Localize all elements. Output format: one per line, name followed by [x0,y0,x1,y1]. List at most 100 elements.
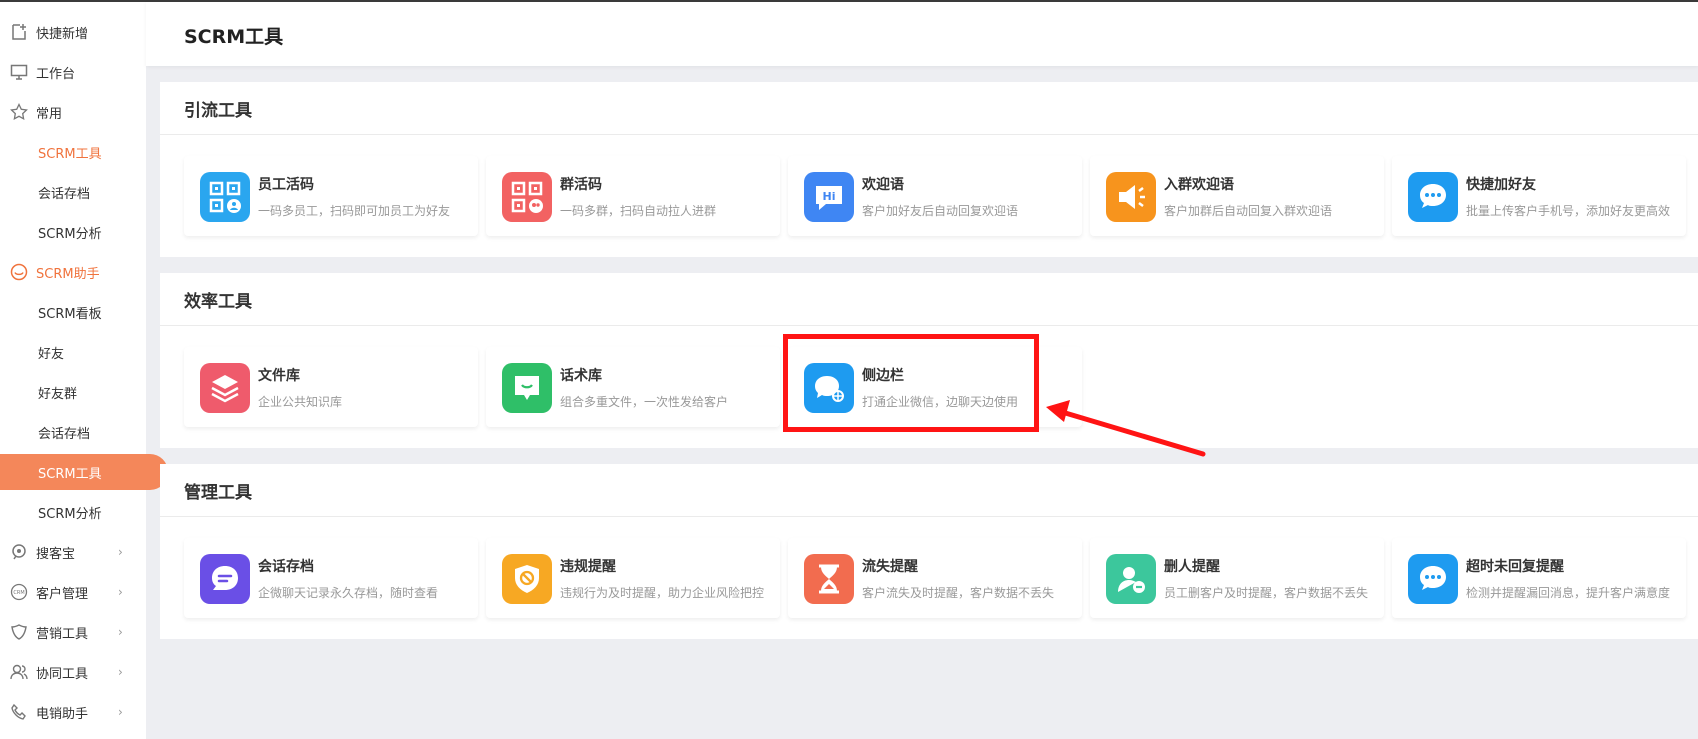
chat-dots-icon [1408,554,1458,604]
tool-card-chat-archive[interactable]: 会话存档 企微聊天记录永久存档，随时查看 [184,538,478,618]
sidebar-item-soukebao[interactable]: 搜客宝 › [0,534,146,570]
sidebar-item-label: SCRM工具 [38,146,102,162]
sidebar-item-favorites[interactable]: 常用 [0,94,62,130]
sidebar-item-label: 搜客宝 [36,546,76,562]
sidebar-item-friends[interactable]: 好友 [0,334,64,370]
sidebar-item-chat-archive-fav[interactable]: 会话存档 [0,174,90,210]
divider [160,325,1698,326]
tool-card-group-welcome[interactable]: 入群欢迎语 客户加群后自动回复入群欢迎语 [1090,156,1384,236]
tool-card-file-library[interactable]: 文件库 企业公共知识库 [184,347,478,427]
tool-desc: 客户加群后自动回复入群欢迎语 [1164,204,1333,218]
hi-bubble-icon: Hi [804,172,854,222]
megaphone-icon [1106,172,1156,222]
tool-desc: 一码多员工，扫码即可加员工为好友 [258,204,451,218]
sidebar-item-workbench[interactable]: 工作台 [0,54,75,90]
sidebar-item-scrm-assistant[interactable]: SCRM助手 [0,254,100,290]
tool-name: 文件库 [258,368,300,384]
sidebar-item-scrm-tools-fav[interactable]: SCRM工具 [0,134,102,170]
sidebar-item-label: 会话存档 [38,186,91,202]
shield-heart-icon [8,621,30,643]
smile-chat-icon [502,363,552,413]
tool-name: 群活码 [560,177,602,193]
tool-name: 员工活码 [258,177,314,193]
tool-name: 侧边栏 [862,368,904,384]
tool-card-timeout-alert[interactable]: 超时未回复提醒 检测并提醒漏回消息，提升客户满意度 [1392,538,1686,618]
sidebar: 快捷新增 工作台 常用 SCRM工具 会话存档 SCRM分析 SCRM助手 SC… [0,2,168,739]
phone-icon [8,701,30,723]
sidebar-item-label: SCRM分析 [38,506,102,522]
smile-icon [8,261,30,283]
tool-name: 会话存档 [258,559,314,575]
chevron-right-icon: › [118,585,123,599]
section-title: 效率工具 [184,292,252,312]
tool-desc: 客户加好友后自动回复欢迎语 [862,204,1019,218]
crm-icon: CRM [8,581,30,603]
qrcode-user-icon [200,172,250,222]
tool-card-sidebar[interactable]: 侧边栏 打通企业微信，边聊天边使用 [788,347,1082,427]
page-title: SCRM工具 [184,26,284,48]
add-doc-icon [8,21,30,43]
sidebar-item-scrm-analysis-fav[interactable]: SCRM分析 [0,214,102,250]
chat-lines-icon [200,554,250,604]
tool-name: 欢迎语 [862,177,904,193]
divider [160,134,1698,135]
tool-name: 超时未回复提醒 [1466,559,1564,575]
tool-desc: 打通企业微信，边聊天边使用 [862,395,1019,409]
user-minus-icon [1106,554,1156,604]
svg-text:CRM: CRM [13,590,24,596]
sidebar-item-collaboration[interactable]: 协同工具 › [0,654,146,690]
sidebar-item-telesales[interactable]: 电销助手 › [0,694,146,730]
tool-card-violation-alert[interactable]: 违规提醒 违规行为及时提醒，助力企业风险把控 [486,538,780,618]
sidebar-item-scrm-board[interactable]: SCRM看板 [0,294,102,330]
tool-name: 违规提醒 [560,559,616,575]
section-management-tools: 管理工具 会话存档 企微聊天记录永久存档，随时查看 违规提醒 违规行为及时提醒，… [160,464,1698,639]
sidebar-item-chat-archive[interactable]: 会话存档 [0,414,90,450]
tool-name: 快捷加好友 [1466,177,1536,193]
section-efficiency-tools: 效率工具 文件库 企业公共知识库 话术库 组合多重文件，一次性发给客户 侧边栏 … [160,273,1698,448]
tool-name: 入群欢迎语 [1164,177,1234,193]
layers-icon [200,363,250,413]
monitor-icon [8,61,30,83]
sidebar-item-customer-mgmt[interactable]: CRM 客户管理 › [0,574,146,610]
sidebar-item-label: 工作台 [36,66,76,82]
star-icon [8,101,30,123]
tool-card-churn-alert[interactable]: 流失提醒 客户流失及时提醒，客户数据不丢失 [788,538,1082,618]
tool-desc: 企微聊天记录永久存档，随时查看 [258,586,439,600]
sidebar-item-label: 会话存档 [38,426,91,442]
section-traffic-tools: 引流工具 员工活码 一码多员工，扫码即可加员工为好友 群活码 一码多群，扫码自动… [160,82,1698,257]
sidebar-item-quick-add[interactable]: 快捷新增 [0,14,88,50]
tool-desc: 一码多群，扫码自动拉人进群 [560,204,717,218]
sidebar-item-label: 电销助手 [36,706,89,722]
sidebar-item-friend-groups[interactable]: 好友群 [0,374,77,410]
sidebar-item-label: 客户管理 [36,586,89,602]
chevron-right-icon: › [118,545,123,559]
tool-desc: 违规行为及时提醒，助力企业风险把控 [560,586,765,600]
tool-card-script-library[interactable]: 话术库 组合多重文件，一次性发给客户 [486,347,780,427]
search-gear-icon [8,541,30,563]
tool-desc: 企业公共知识库 [258,395,343,409]
sidebar-item-label: SCRM看板 [38,306,102,322]
sidebar-item-marketing[interactable]: 营销工具 › [0,614,146,650]
tool-card-delete-alert[interactable]: 删人提醒 员工删客户及时提醒，客户数据不丢失 [1090,538,1384,618]
tool-card-group-qrcode[interactable]: 群活码 一码多群，扫码自动拉人进群 [486,156,780,236]
section-title: 管理工具 [184,483,252,503]
page-header: SCRM工具 [146,2,1698,66]
chevron-right-icon: › [118,625,123,639]
qrcode-group-icon [502,172,552,222]
sidebar-item-scrm-tools[interactable]: SCRM工具 [0,454,168,490]
sidebar-item-scrm-analysis[interactable]: SCRM分析 [0,494,102,530]
tool-desc: 批量上传客户手机号，添加好友更高效 [1466,204,1671,218]
users-icon [8,661,30,683]
section-title: 引流工具 [184,101,252,121]
tool-card-employee-qrcode[interactable]: 员工活码 一码多员工，扫码即可加员工为好友 [184,156,478,236]
tool-desc: 检测并提醒漏回消息，提升客户满意度 [1466,586,1671,600]
sidebar-item-label: SCRM工具 [38,466,102,482]
tool-card-quick-add-friend[interactable]: 快捷加好友 批量上传客户手机号，添加好友更高效 [1392,156,1686,236]
forbid-shield-icon [502,554,552,604]
chat-sidebar-icon [804,363,854,413]
sidebar-item-label: 好友群 [38,386,78,402]
tool-card-welcome[interactable]: Hi 欢迎语 客户加好友后自动回复欢迎语 [788,156,1082,236]
tool-name: 流失提醒 [862,559,918,575]
tool-desc: 员工删客户及时提醒，客户数据不丢失 [1164,586,1369,600]
tool-name: 话术库 [560,368,602,384]
